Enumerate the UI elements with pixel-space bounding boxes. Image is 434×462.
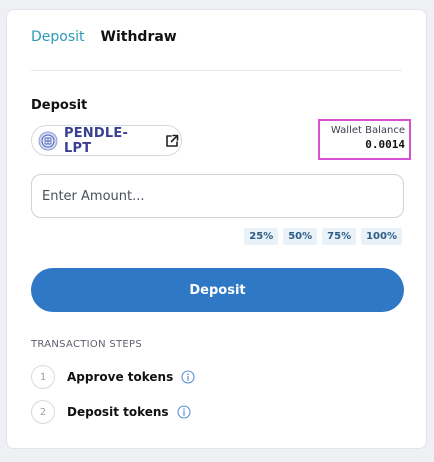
external-link-icon[interactable]: [163, 132, 181, 150]
percent-50-button[interactable]: 50%: [283, 228, 318, 245]
tab-bar: Deposit Withdraw: [31, 29, 177, 45]
token-name: PENDLE-LPT: [64, 125, 129, 156]
tab-divider: [31, 70, 402, 71]
percent-100-button[interactable]: 100%: [361, 228, 402, 245]
transaction-step-approve: 1 Approve tokens: [31, 365, 195, 389]
step-number: 1: [31, 365, 55, 389]
percent-75-button[interactable]: 75%: [322, 228, 357, 245]
section-title: Deposit: [31, 98, 88, 113]
step-number: 2: [31, 400, 55, 424]
deposit-button[interactable]: Deposit: [31, 268, 404, 312]
step-label: Deposit tokens: [67, 405, 169, 419]
info-icon[interactable]: [181, 370, 195, 384]
info-icon[interactable]: [177, 405, 191, 419]
tab-deposit[interactable]: Deposit: [31, 29, 85, 45]
wallet-balance-label: Wallet Balance: [330, 125, 405, 136]
pendle-logo-icon: [38, 131, 58, 151]
token-selector[interactable]: PENDLE-LPT: [31, 125, 182, 156]
percent-25-button[interactable]: 25%: [244, 228, 279, 245]
transaction-step-deposit: 2 Deposit tokens: [31, 400, 191, 424]
step-label: Approve tokens: [67, 370, 174, 384]
tab-withdraw[interactable]: Withdraw: [101, 29, 177, 45]
deposit-withdraw-card: Deposit Withdraw Deposit PENDLE-LPT Wall…: [6, 9, 427, 449]
amount-input[interactable]: [31, 174, 404, 218]
percent-button-row: 25% 50% 75% 100%: [244, 228, 402, 245]
wallet-balance-value: 0.0014: [365, 138, 405, 151]
wallet-balance-box: Wallet Balance 0.0014: [318, 119, 411, 160]
transaction-steps-title: TRANSACTION STEPS: [31, 339, 142, 350]
